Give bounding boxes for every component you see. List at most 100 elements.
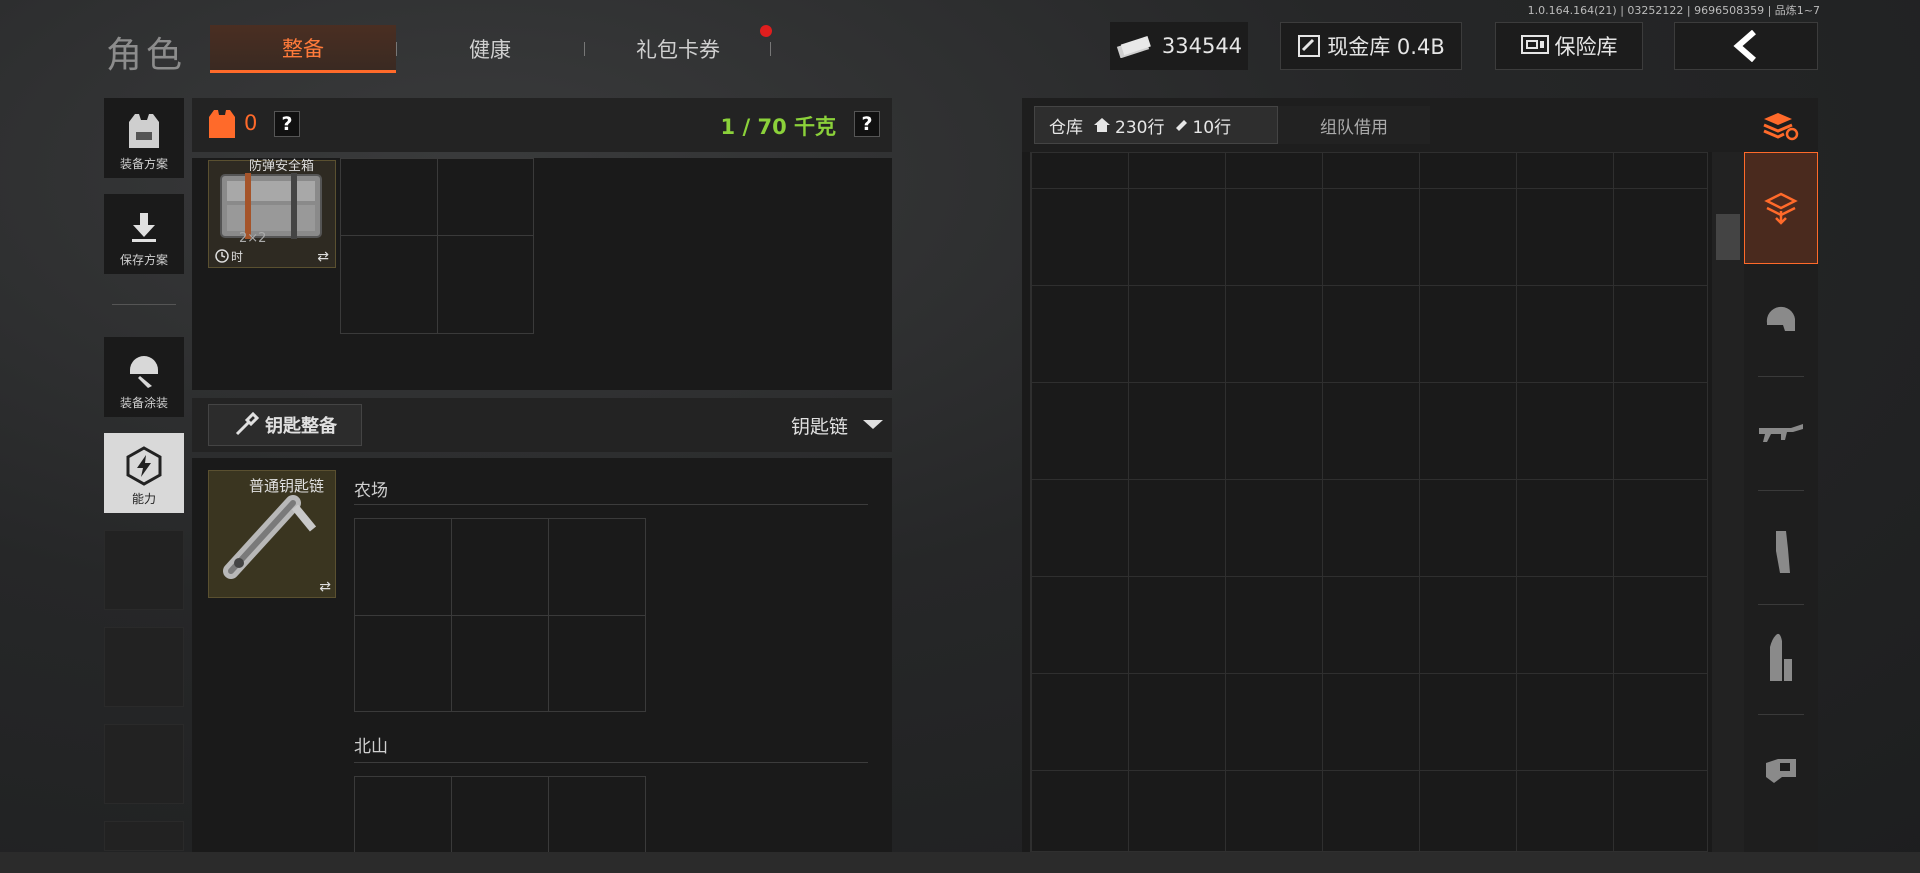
category-helmet-button[interactable] <box>1744 284 1818 356</box>
weight-help-button[interactable]: ? <box>854 111 880 137</box>
ability-label: 能力 <box>131 492 156 506</box>
scope-icon <box>1766 759 1796 783</box>
save-plan-button[interactable]: 保存方案 <box>104 194 184 274</box>
vault-icon <box>1298 35 1321 57</box>
ticket-icon <box>1176 120 1188 131</box>
money-amount: 334544 <box>1161 34 1243 58</box>
tab-separator <box>584 42 585 56</box>
category-ammo-button[interactable] <box>1744 628 1818 688</box>
category-attachment-button[interactable] <box>1744 740 1818 800</box>
grid-slot[interactable] <box>548 615 646 712</box>
save-plan-label: 保存方案 <box>119 253 168 267</box>
warehouse-grid[interactable] <box>1030 152 1708 852</box>
ability-button[interactable]: 能力 <box>104 433 184 513</box>
sort-button[interactable] <box>1744 104 1818 148</box>
equipment-paint-button[interactable]: 装备涂装 <box>104 337 184 417</box>
team-borrow-tab[interactable]: 组队借用 <box>1278 106 1430 144</box>
section-divider <box>354 762 868 763</box>
tab-loadout[interactable]: 整备 <box>210 25 396 73</box>
empty-slot <box>104 724 184 804</box>
case-name: 防弹安全箱 <box>249 159 315 174</box>
empty-slot <box>104 627 184 707</box>
tab-separator <box>770 42 771 56</box>
section-divider <box>354 504 868 505</box>
keychain-name: 普通钥匙链 <box>249 477 325 495</box>
loadout-header: 0 ? 1 / 70 千克 ? <box>192 98 892 152</box>
keychain-dropdown-label: 钥匙链 <box>790 415 848 438</box>
helmet-paint-icon <box>124 350 164 390</box>
tab-separator <box>396 42 397 56</box>
warehouse-rows: 230行 <box>1115 117 1165 138</box>
armor-help-button[interactable]: ? <box>274 111 300 137</box>
category-all-button[interactable] <box>1744 152 1818 264</box>
cash-icon <box>1116 35 1151 58</box>
safe-button[interactable]: 保险库 <box>1495 22 1643 70</box>
grid-slot[interactable] <box>451 518 549 616</box>
back-arrow-icon <box>1733 30 1756 62</box>
grid-slot[interactable] <box>354 615 452 712</box>
empty-slot <box>104 821 184 851</box>
section-north-mountain-label: 北山 <box>354 737 388 757</box>
clock-icon <box>215 249 229 263</box>
keychain-panel: 普通钥匙链 ⇄ 农场 北山 <box>192 458 892 866</box>
rifle-icon <box>1759 424 1803 442</box>
keys-header: 钥匙整备 钥匙链 <box>192 398 892 452</box>
case-size: 2×2 <box>239 231 267 246</box>
tab-gift-coupons[interactable]: 礼包卡券 <box>606 25 750 73</box>
version-text: 1.0.164.164(21) | 03252122 | 9696508359 … <box>1527 4 1820 17</box>
case-time: 时 <box>231 250 244 264</box>
north-key-grid <box>354 776 646 866</box>
keychain-item[interactable]: 普通钥匙链 ⇄ <box>208 470 336 598</box>
grid-slot[interactable] <box>437 235 534 334</box>
case-icon <box>220 173 322 239</box>
grid-slot[interactable] <box>437 158 534 236</box>
grid-slot[interactable] <box>548 518 646 616</box>
equipment-paint-label: 装备涂装 <box>119 396 168 410</box>
vest-icon <box>124 111 164 151</box>
key-loadout-label: 钥匙整备 <box>265 416 337 437</box>
grid-slot[interactable] <box>451 615 549 712</box>
category-rifle-button[interactable] <box>1744 400 1818 470</box>
safe-icon <box>1520 35 1549 54</box>
home-icon <box>1094 118 1110 132</box>
warehouse-tickets: 10行 <box>1192 117 1232 138</box>
grid-slot[interactable] <box>340 235 438 334</box>
warehouse-panel <box>1022 152 1744 852</box>
key-loadout-tab[interactable]: 钥匙整备 <box>208 404 362 446</box>
cash-vault-label: 现金库 0.4B <box>1327 35 1445 59</box>
warehouse-tab[interactable]: 仓库 230行 10行 <box>1034 106 1278 144</box>
sidebar-divider <box>1758 714 1804 715</box>
category-magazine-button[interactable] <box>1744 516 1818 588</box>
swap-icon[interactable]: ⇄ <box>317 249 329 265</box>
keychain-icon <box>223 495 317 579</box>
farm-key-grid <box>354 518 646 712</box>
scrollbar-track[interactable] <box>1712 152 1744 852</box>
back-button[interactable] <box>1674 22 1818 70</box>
swap-icon[interactable]: ⇄ <box>319 579 331 595</box>
cash-vault-button[interactable]: 现金库 0.4B <box>1280 22 1462 70</box>
grid-slot[interactable] <box>354 518 452 616</box>
case-grid <box>340 158 534 334</box>
layers-download-icon <box>1764 192 1798 225</box>
warehouse-label: 仓库 <box>1049 117 1083 138</box>
grid-slot[interactable] <box>340 158 438 236</box>
empty-slot <box>104 530 184 610</box>
bullet-icon <box>1770 633 1792 681</box>
sidebar-divider <box>1758 376 1804 377</box>
tab-health[interactable]: 健康 <box>420 25 560 73</box>
key-icon <box>235 412 259 436</box>
keychain-dropdown[interactable]: 钥匙链 <box>791 404 884 446</box>
scrollbar-thumb[interactable] <box>1716 214 1740 260</box>
safe-label: 保险库 <box>1554 35 1618 59</box>
warehouse-header: 仓库 230行 10行 组队借用 <box>1022 98 1744 152</box>
sidebar-divider <box>1758 604 1804 605</box>
ability-icon <box>124 446 164 486</box>
notification-dot <box>760 25 772 37</box>
left-nav-divider <box>112 304 176 305</box>
page-title: 角色 <box>106 35 187 76</box>
secure-case-item[interactable]: 防弹安全箱 2×2 时 ⇄ <box>208 159 336 268</box>
helmet-icon <box>1766 306 1795 331</box>
loadout-plan-button[interactable]: 装备方案 <box>104 98 184 178</box>
chevron-down-icon <box>863 420 883 429</box>
loadout-plan-label: 装备方案 <box>119 157 168 171</box>
